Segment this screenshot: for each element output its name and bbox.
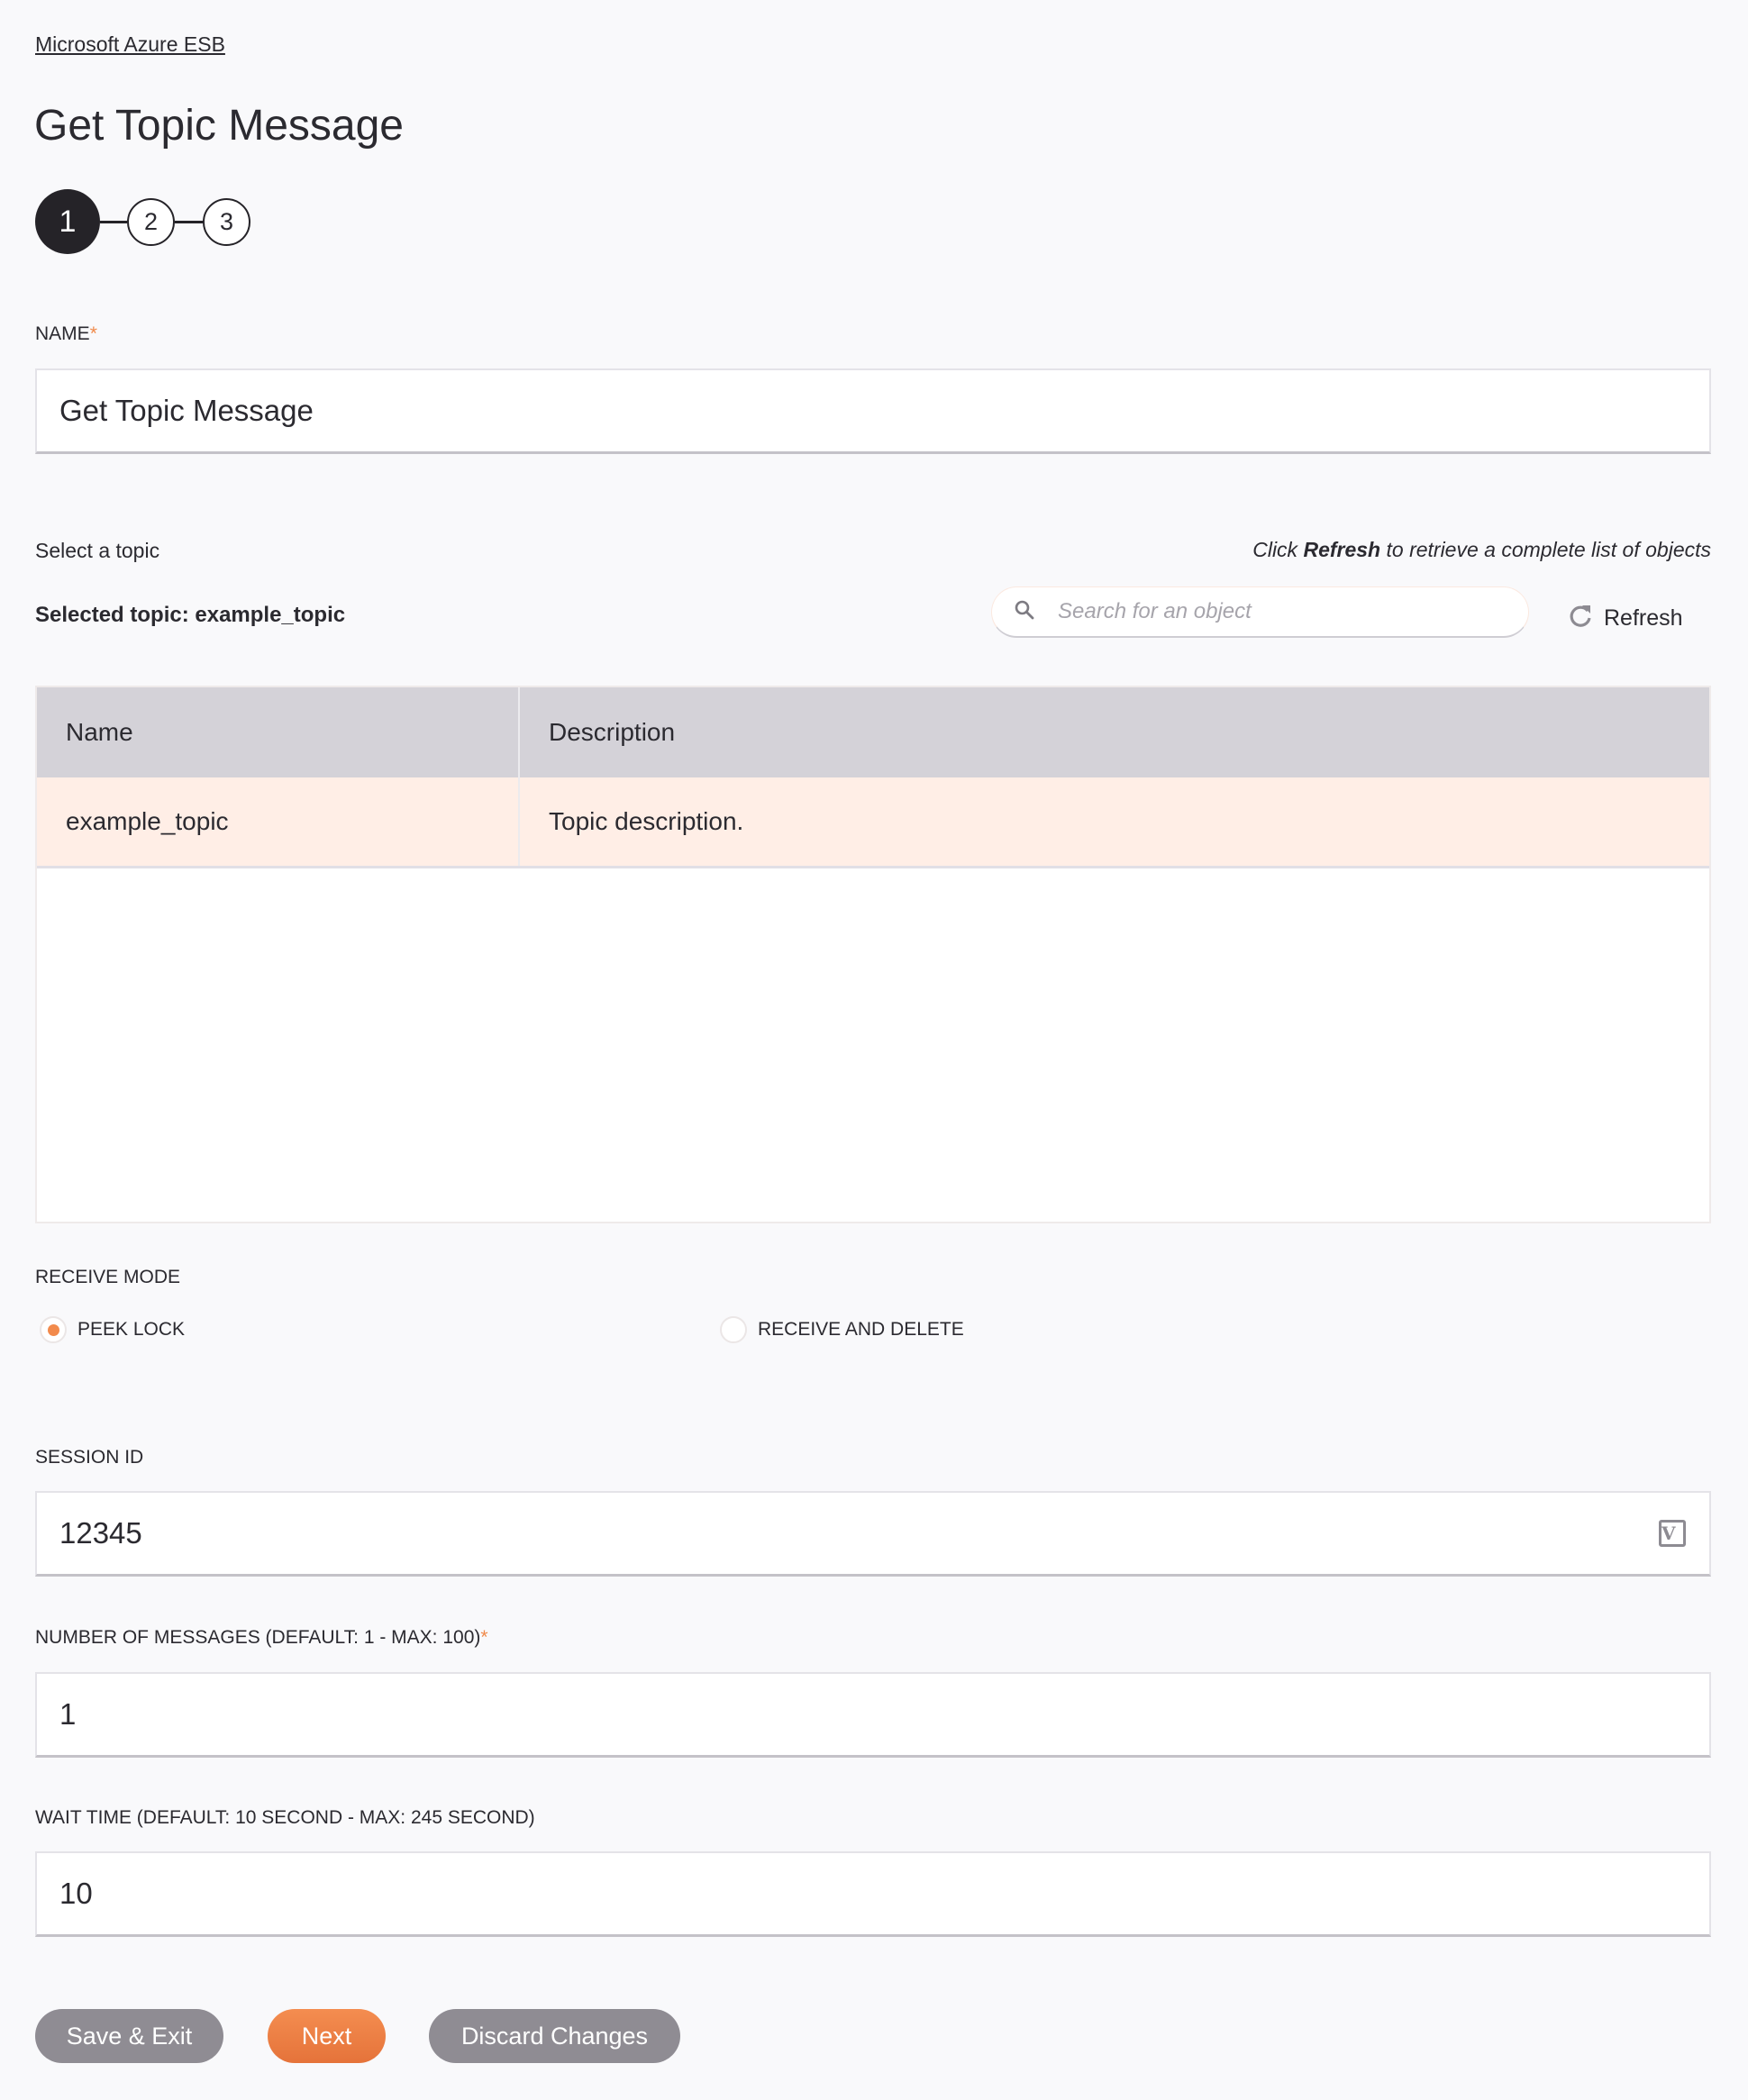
receive-mode-label: RECEIVE MODE — [35, 1267, 181, 1287]
search-input[interactable]: Search for an object — [991, 586, 1529, 638]
column-header-name[interactable]: Name — [37, 687, 520, 777]
step-3[interactable]: 3 — [203, 198, 250, 246]
search-placeholder: Search for an object — [1058, 599, 1252, 623]
breadcrumb-link[interactable]: Microsoft Azure ESB — [35, 32, 225, 57]
save-exit-button[interactable]: Save & Exit — [35, 2009, 223, 2063]
name-label: NAME* — [35, 323, 97, 345]
next-button[interactable]: Next — [268, 2009, 386, 2063]
column-header-description[interactable]: Description — [520, 687, 675, 777]
refresh-hint-bold: Refresh — [1303, 538, 1381, 561]
variable-icon[interactable]: V — [1659, 1520, 1686, 1547]
refresh-icon — [1568, 603, 1593, 634]
step-2[interactable]: 2 — [127, 198, 175, 246]
search-icon — [1014, 599, 1035, 625]
refresh-label: Refresh — [1604, 605, 1683, 631]
step-1[interactable]: 1 — [35, 189, 100, 254]
refresh-button[interactable]: Refresh — [1568, 600, 1683, 636]
step-number: 1 — [59, 204, 77, 239]
radio-label: PEEK LOCK — [77, 1319, 186, 1340]
radio-receive-and-delete[interactable]: RECEIVE AND DELETE — [720, 1316, 964, 1343]
step-connector — [175, 221, 203, 223]
name-input[interactable]: Get Topic Message — [35, 368, 1711, 454]
page-title: Get Topic Message — [34, 102, 404, 150]
name-input-value: Get Topic Message — [59, 394, 314, 427]
select-topic-label: Select a topic — [35, 539, 160, 562]
number-of-messages-value: 1 — [59, 1697, 77, 1731]
stepper: 1 2 3 — [35, 189, 269, 254]
session-id-value: 12345 — [59, 1516, 142, 1550]
wait-time-value: 10 — [59, 1877, 93, 1910]
table-row[interactable]: example_topic Topic description. — [37, 777, 1709, 868]
refresh-hint-prefix: Click — [1252, 538, 1304, 561]
wait-time-input[interactable]: 10 — [35, 1851, 1711, 1937]
required-mark: * — [480, 1627, 488, 1648]
table-header: Name Description — [37, 687, 1709, 777]
number-of-messages-label-text: NUMBER OF MESSAGES (DEFAULT: 1 - MAX: 10… — [35, 1627, 481, 1648]
required-mark: * — [89, 323, 97, 344]
selected-topic-text: Selected topic: example_topic — [35, 603, 346, 627]
step-number: 2 — [143, 208, 159, 235]
session-id-label: SESSION ID — [35, 1447, 144, 1468]
variable-icon-glyph: V — [1662, 1523, 1676, 1544]
radio-dot — [47, 1323, 59, 1336]
radio-button-selected[interactable] — [40, 1316, 67, 1343]
refresh-hint: Click Refresh to retrieve a complete lis… — [1252, 538, 1711, 562]
radio-button[interactable] — [720, 1316, 747, 1343]
radio-label: RECEIVE AND DELETE — [758, 1319, 964, 1340]
step-connector — [100, 221, 127, 223]
discard-changes-button[interactable]: Discard Changes — [429, 2009, 680, 2063]
step-number: 3 — [219, 208, 234, 235]
name-label-text: NAME — [35, 323, 90, 344]
cell-name: example_topic — [37, 777, 520, 866]
radio-peek-lock[interactable]: PEEK LOCK — [40, 1316, 185, 1343]
refresh-hint-suffix: to retrieve a complete list of objects — [1380, 538, 1711, 561]
number-of-messages-input[interactable]: 1 — [35, 1672, 1711, 1758]
topics-table: Name Description example_topic Topic des… — [35, 686, 1711, 1223]
cell-description: Topic description. — [549, 807, 744, 835]
wait-time-label: WAIT TIME (DEFAULT: 10 SECOND - MAX: 245… — [35, 1807, 535, 1828]
number-of-messages-label: NUMBER OF MESSAGES (DEFAULT: 1 - MAX: 10… — [35, 1627, 488, 1649]
session-id-input[interactable]: 12345 V — [35, 1491, 1711, 1577]
